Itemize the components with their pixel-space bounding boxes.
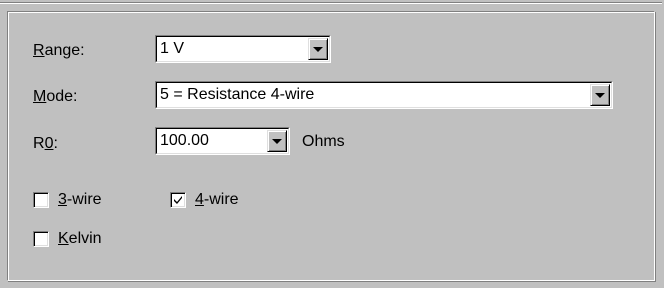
range-dropdown-button[interactable]	[308, 38, 328, 60]
three-wire-label-accel: 3	[58, 191, 67, 208]
kelvin-checkbox[interactable]: Kelvin	[33, 228, 102, 250]
chevron-down-icon	[313, 47, 323, 52]
chevron-down-icon	[595, 93, 605, 98]
r0-label: R0:	[33, 133, 58, 155]
chevron-down-icon	[272, 139, 282, 144]
r0-dropdown-button[interactable]	[267, 130, 287, 152]
four-wire-label: -wire	[203, 191, 239, 208]
r0-unit-label: Ohms	[302, 133, 345, 150]
mode-dropdown-frame: 5 = Resistance 4-wire	[156, 82, 612, 108]
four-wire-label-accel: 4	[195, 191, 204, 208]
three-wire-checkbox-box[interactable]	[33, 192, 49, 208]
r0-label-suffix: :	[53, 135, 58, 152]
kelvin-label-accel: K	[58, 230, 69, 247]
range-dropdown-frame: 1 V	[156, 36, 330, 62]
range-label-text: ange:	[44, 42, 85, 59]
range-label: Range:	[33, 40, 85, 62]
three-wire-checkbox[interactable]: 3 -wire	[33, 189, 102, 211]
mode-dropdown-button[interactable]	[590, 84, 610, 106]
kelvin-label: elvin	[68, 230, 102, 247]
four-wire-checkbox[interactable]: 4 -wire	[170, 189, 239, 211]
kelvin-checkbox-box[interactable]	[33, 231, 49, 247]
r0-label-prefix: R	[33, 135, 45, 152]
four-wire-checkbox-box[interactable]	[170, 192, 186, 208]
range-dropdown[interactable]: 1 V	[155, 35, 331, 63]
checkmark-icon	[174, 196, 182, 204]
mode-label-text: ode:	[46, 88, 78, 105]
mode-label-accel: M	[33, 88, 47, 105]
r0-value[interactable]: 100.00	[160, 129, 209, 153]
three-wire-label: -wire	[66, 191, 102, 208]
mode-dropdown-value: 5 = Resistance 4-wire	[160, 86, 315, 103]
mode-dropdown[interactable]: 5 = Resistance 4-wire	[155, 81, 613, 109]
r0-combobox-frame: 100.00	[156, 128, 289, 154]
top-divider-highlight	[0, 3, 662, 4]
mode-label: Mode:	[33, 86, 77, 108]
range-label-accel: R	[33, 42, 45, 59]
r0-combobox[interactable]: 100.00	[155, 127, 290, 155]
range-dropdown-value: 1 V	[160, 40, 185, 57]
